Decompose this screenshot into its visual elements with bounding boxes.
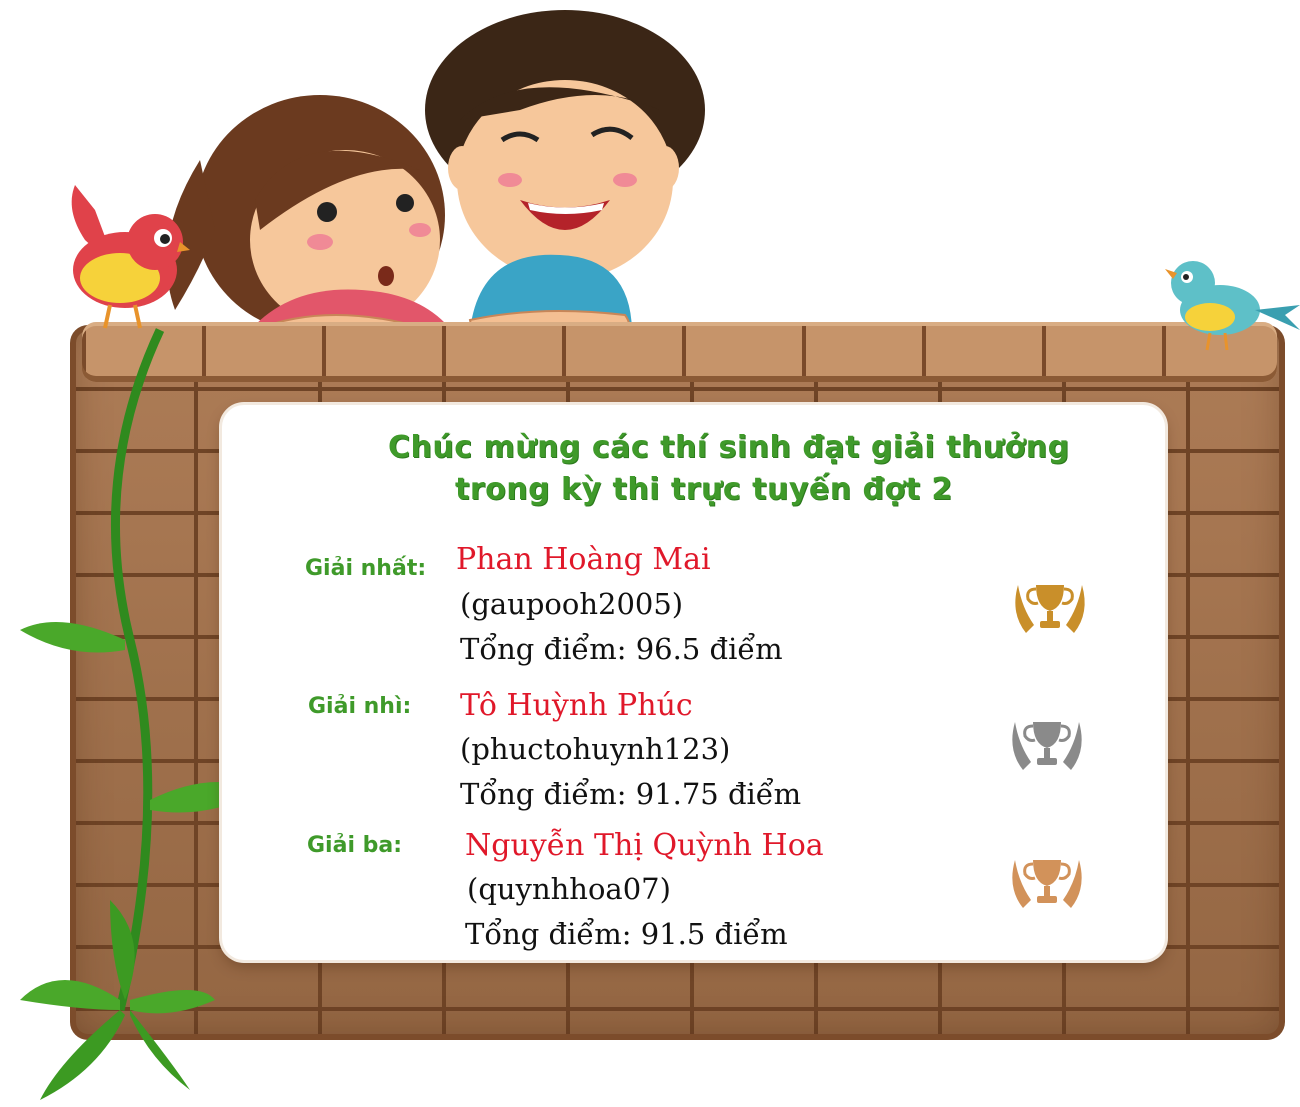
scene: Chúc mừng các thí sinh đạt giải thưởng t… (0, 0, 1300, 1107)
third-prize-name: Nguyễn Thị Quỳnh Hoa (465, 828, 824, 863)
third-prize-score: Tổng điểm: 91.5 điểm (465, 917, 788, 951)
silver-trophy-icon (1012, 722, 1082, 770)
heading-line-2: trong kỳ thi trực tuyến đợt 2 (455, 472, 953, 507)
second-prize-score: Tổng điểm: 91.75 điểm (460, 777, 802, 811)
second-prize-label: Giải nhì: (308, 694, 412, 719)
first-prize-label: Giải nhất: (305, 556, 427, 581)
first-prize-username: (gaupooh2005) (460, 587, 684, 621)
first-prize-score: Tổng điểm: 96.5 điểm (460, 632, 783, 666)
third-prize-username: (quynhhoa07) (467, 872, 671, 906)
heading-line-1: Chúc mừng các thí sinh đạt giải thưởng (388, 430, 1070, 465)
bronze-trophy-icon (1012, 860, 1082, 908)
second-prize-username: (phuctohuynh123) (460, 732, 731, 766)
third-prize-label: Giải ba: (307, 833, 403, 858)
gold-trophy-icon (1015, 585, 1085, 633)
first-prize-name: Phan Hoàng Mai (456, 542, 711, 577)
second-prize-name: Tô Huỳnh Phúc (460, 688, 693, 723)
